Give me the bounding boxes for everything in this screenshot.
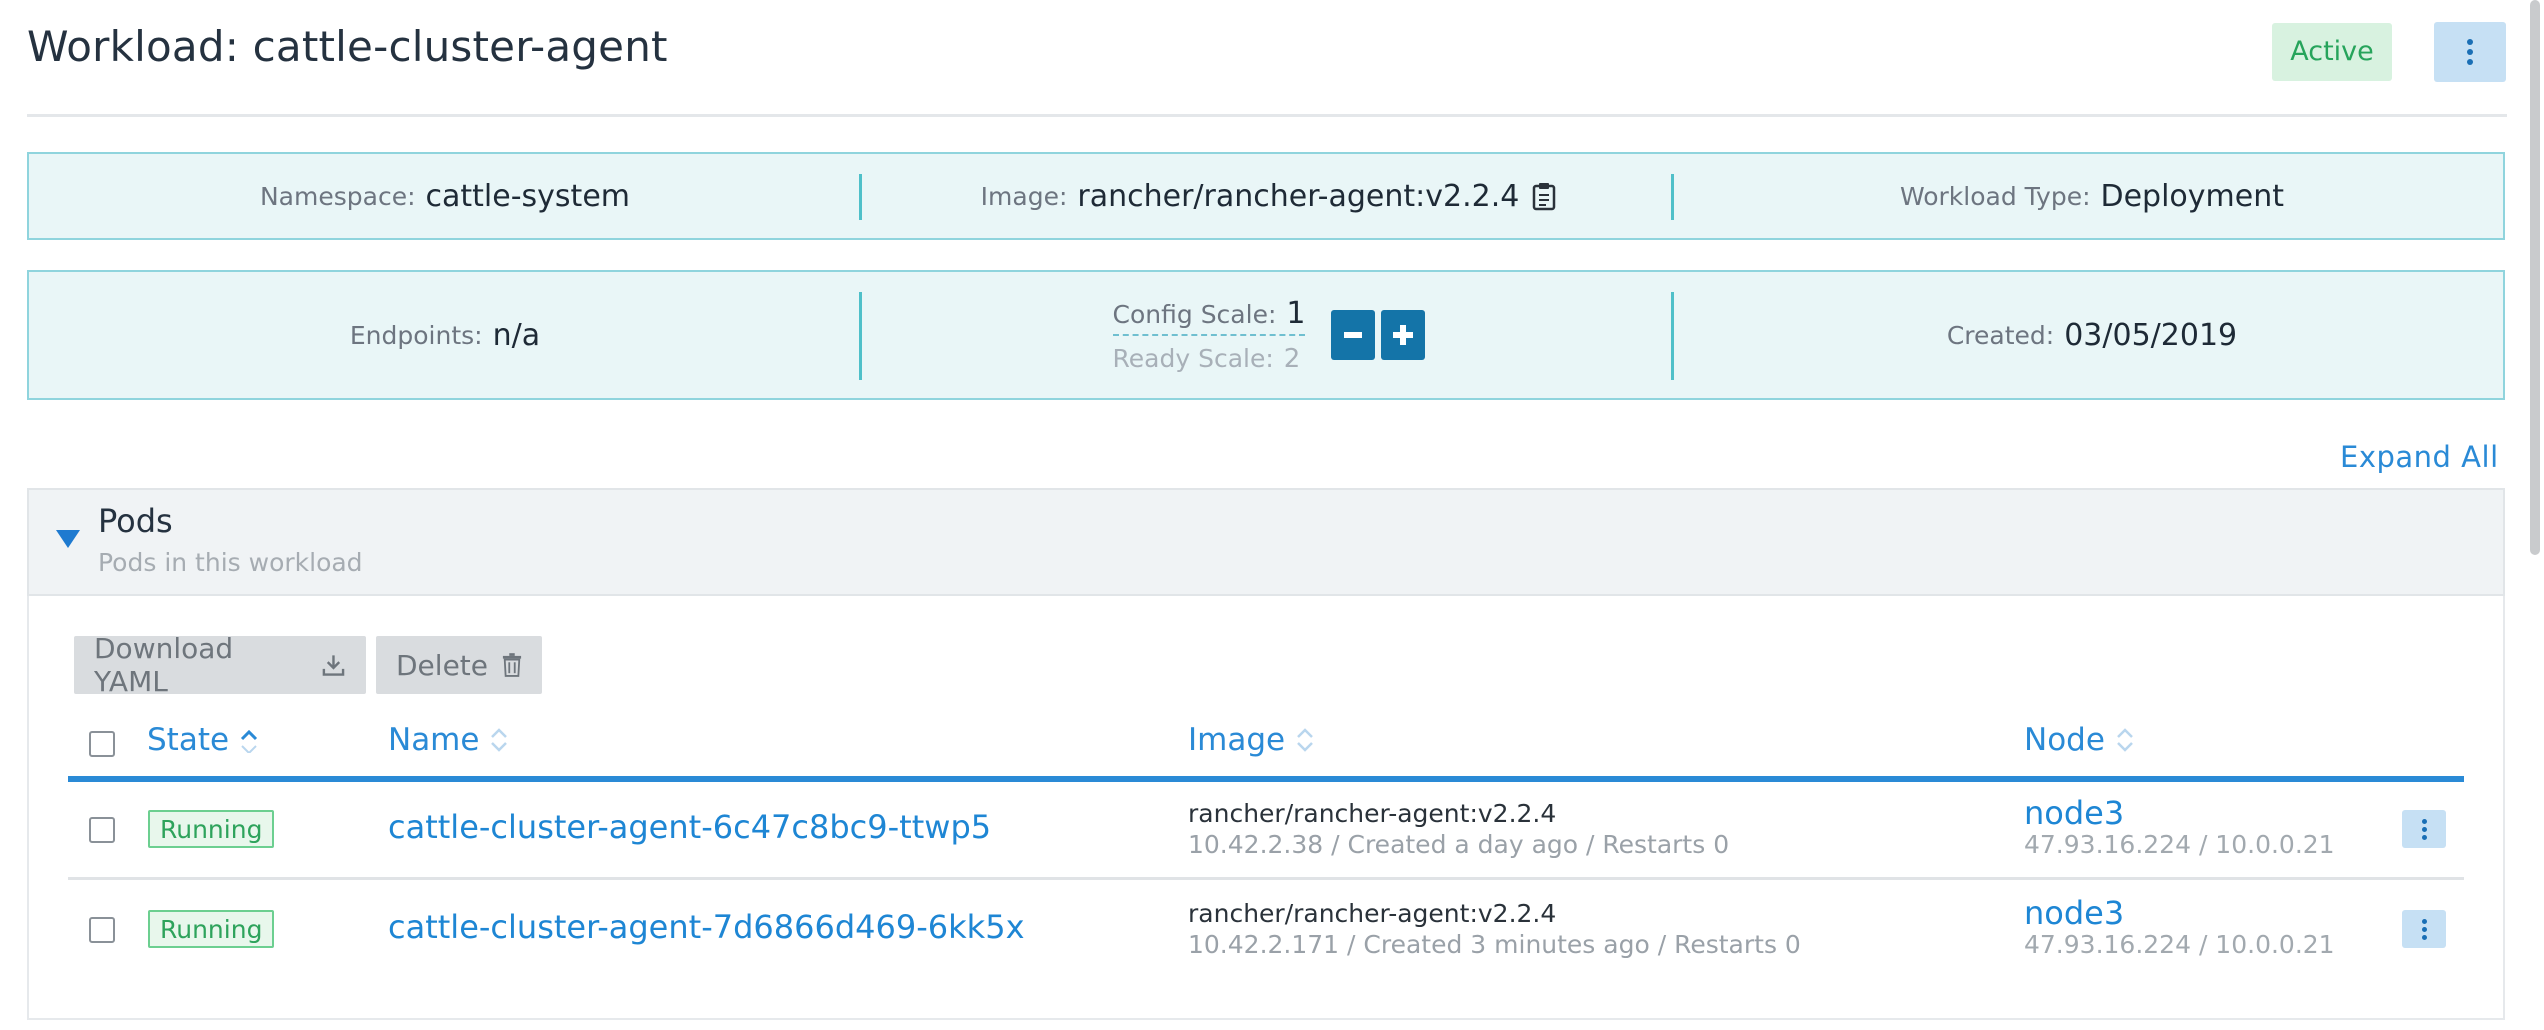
pod-image: rancher/rancher-agent:v2.2.4	[1188, 899, 1557, 928]
node-ips: 47.93.16.224 / 10.0.0.21	[2024, 830, 2335, 859]
workload-type-cell: Workload Type: Deployment	[1677, 154, 2507, 238]
workload-type-label: Workload Type:	[1899, 181, 2091, 211]
status-badge: Active	[2272, 23, 2392, 81]
pod-meta: 10.42.2.38 / Created a day ago / Restart…	[1188, 830, 1730, 859]
minus-icon	[1344, 332, 1363, 338]
page-scrollbar[interactable]	[2530, 0, 2540, 555]
column-header-node[interactable]: Node	[2024, 722, 2135, 758]
info-box-scale: Endpoints: n/a Config Scale: 1 Ready Sca…	[27, 270, 2505, 400]
collapse-triangle-icon[interactable]	[56, 530, 80, 548]
info-box-general: Namespace: cattle-system Image: rancher/…	[27, 152, 2505, 240]
endpoints-value: n/a	[492, 317, 541, 353]
divider	[1671, 292, 1674, 380]
namespace-value: cattle-system	[425, 178, 630, 214]
sort-icon	[1297, 728, 1313, 752]
kebab-icon	[2421, 918, 2427, 940]
sort-icon	[491, 728, 508, 752]
table-header-rule	[68, 776, 2464, 782]
pod-name-link[interactable]: cattle-cluster-agent-7d6866d469-6kk5x	[388, 908, 1025, 946]
image-cell: Image: rancher/rancher-agent:v2.2.4	[863, 154, 1675, 238]
plus-icon	[1393, 325, 1414, 345]
scale-up-button[interactable]	[1381, 310, 1426, 360]
pod-state-badge: Running	[148, 810, 275, 848]
pod-name-link[interactable]: cattle-cluster-agent-6c47c8bc9-ttwp5	[388, 808, 991, 846]
endpoints-cell: Endpoints: n/a	[29, 272, 861, 398]
endpoints-label: Endpoints:	[349, 320, 483, 350]
pods-subtitle: Pods in this workload	[98, 548, 363, 577]
node-ips: 47.93.16.224 / 10.0.0.21	[2024, 930, 2335, 959]
pod-meta: 10.42.2.171 / Created 3 minutes ago / Re…	[1188, 930, 1801, 959]
name-header-label: Name	[388, 722, 480, 758]
clipboard-icon[interactable]	[1531, 181, 1557, 211]
created-cell: Created: 03/05/2019	[1677, 272, 2507, 398]
row-divider	[68, 877, 2464, 880]
created-value: 03/05/2019	[2064, 317, 2238, 353]
namespace-label: Namespace:	[259, 181, 416, 211]
pods-title: Pods	[98, 502, 173, 540]
config-scale-value: 1	[1286, 296, 1306, 331]
scale-values: Config Scale: 1 Ready Scale: 2	[1112, 296, 1306, 374]
node-link[interactable]: node3	[2024, 894, 2124, 932]
image-label: Image:	[980, 181, 1068, 211]
ready-scale-label: Ready Scale:	[1112, 344, 1274, 373]
sort-icon	[2117, 728, 2133, 752]
pods-section-header[interactable]	[27, 488, 2505, 596]
state-header-label: State	[147, 722, 230, 758]
scale-down-button[interactable]	[1331, 310, 1376, 360]
workload-type-value: Deployment	[2100, 178, 2285, 214]
pod-state-badge: Running	[148, 910, 275, 948]
kebab-icon	[2467, 39, 2473, 65]
download-yaml-label: Download YAML	[94, 632, 234, 698]
node-link[interactable]: node3	[2024, 794, 2124, 832]
namespace-cell: Namespace: cattle-system	[29, 154, 861, 238]
scale-cell: Config Scale: 1 Ready Scale: 2	[863, 272, 1675, 398]
kebab-icon	[2421, 818, 2427, 840]
scale-controls	[1331, 310, 1426, 360]
delete-label: Delete	[396, 648, 488, 682]
config-scale: Config Scale: 1	[1112, 296, 1306, 336]
download-yaml-button[interactable]: Download YAML	[74, 632, 366, 698]
trash-icon	[502, 653, 522, 677]
expand-all-link[interactable]: Expand All	[2340, 440, 2499, 474]
divider	[1671, 174, 1674, 220]
sort-asc-icon	[241, 729, 258, 753]
delete-button[interactable]: Delete	[376, 636, 542, 694]
ready-scale: Ready Scale: 2	[1113, 344, 1301, 374]
column-header-image[interactable]: Image	[1188, 722, 1315, 758]
ready-scale-value: 2	[1283, 344, 1301, 374]
row-checkbox[interactable]	[89, 817, 115, 843]
row-checkbox[interactable]	[89, 917, 115, 943]
column-header-name[interactable]: Name	[388, 722, 509, 758]
node-header-label: Node	[2024, 722, 2105, 758]
row-actions-button[interactable]	[2402, 910, 2446, 948]
row-actions-button[interactable]	[2402, 810, 2446, 848]
config-scale-label: Config Scale:	[1112, 300, 1277, 329]
created-label: Created:	[1946, 320, 2055, 350]
page-title: Workload: cattle-cluster-agent	[27, 22, 668, 71]
divider	[859, 174, 862, 220]
image-value: rancher/rancher-agent:v2.2.4	[1077, 178, 1520, 214]
actions-menu-button[interactable]	[2434, 22, 2506, 82]
pod-image: rancher/rancher-agent:v2.2.4	[1188, 799, 1557, 828]
divider	[859, 292, 862, 380]
image-header-label: Image	[1188, 722, 1286, 758]
column-header-state[interactable]: State	[147, 722, 259, 758]
download-icon	[322, 655, 345, 676]
select-all-checkbox[interactable]	[89, 731, 115, 757]
header-divider	[27, 114, 2507, 117]
